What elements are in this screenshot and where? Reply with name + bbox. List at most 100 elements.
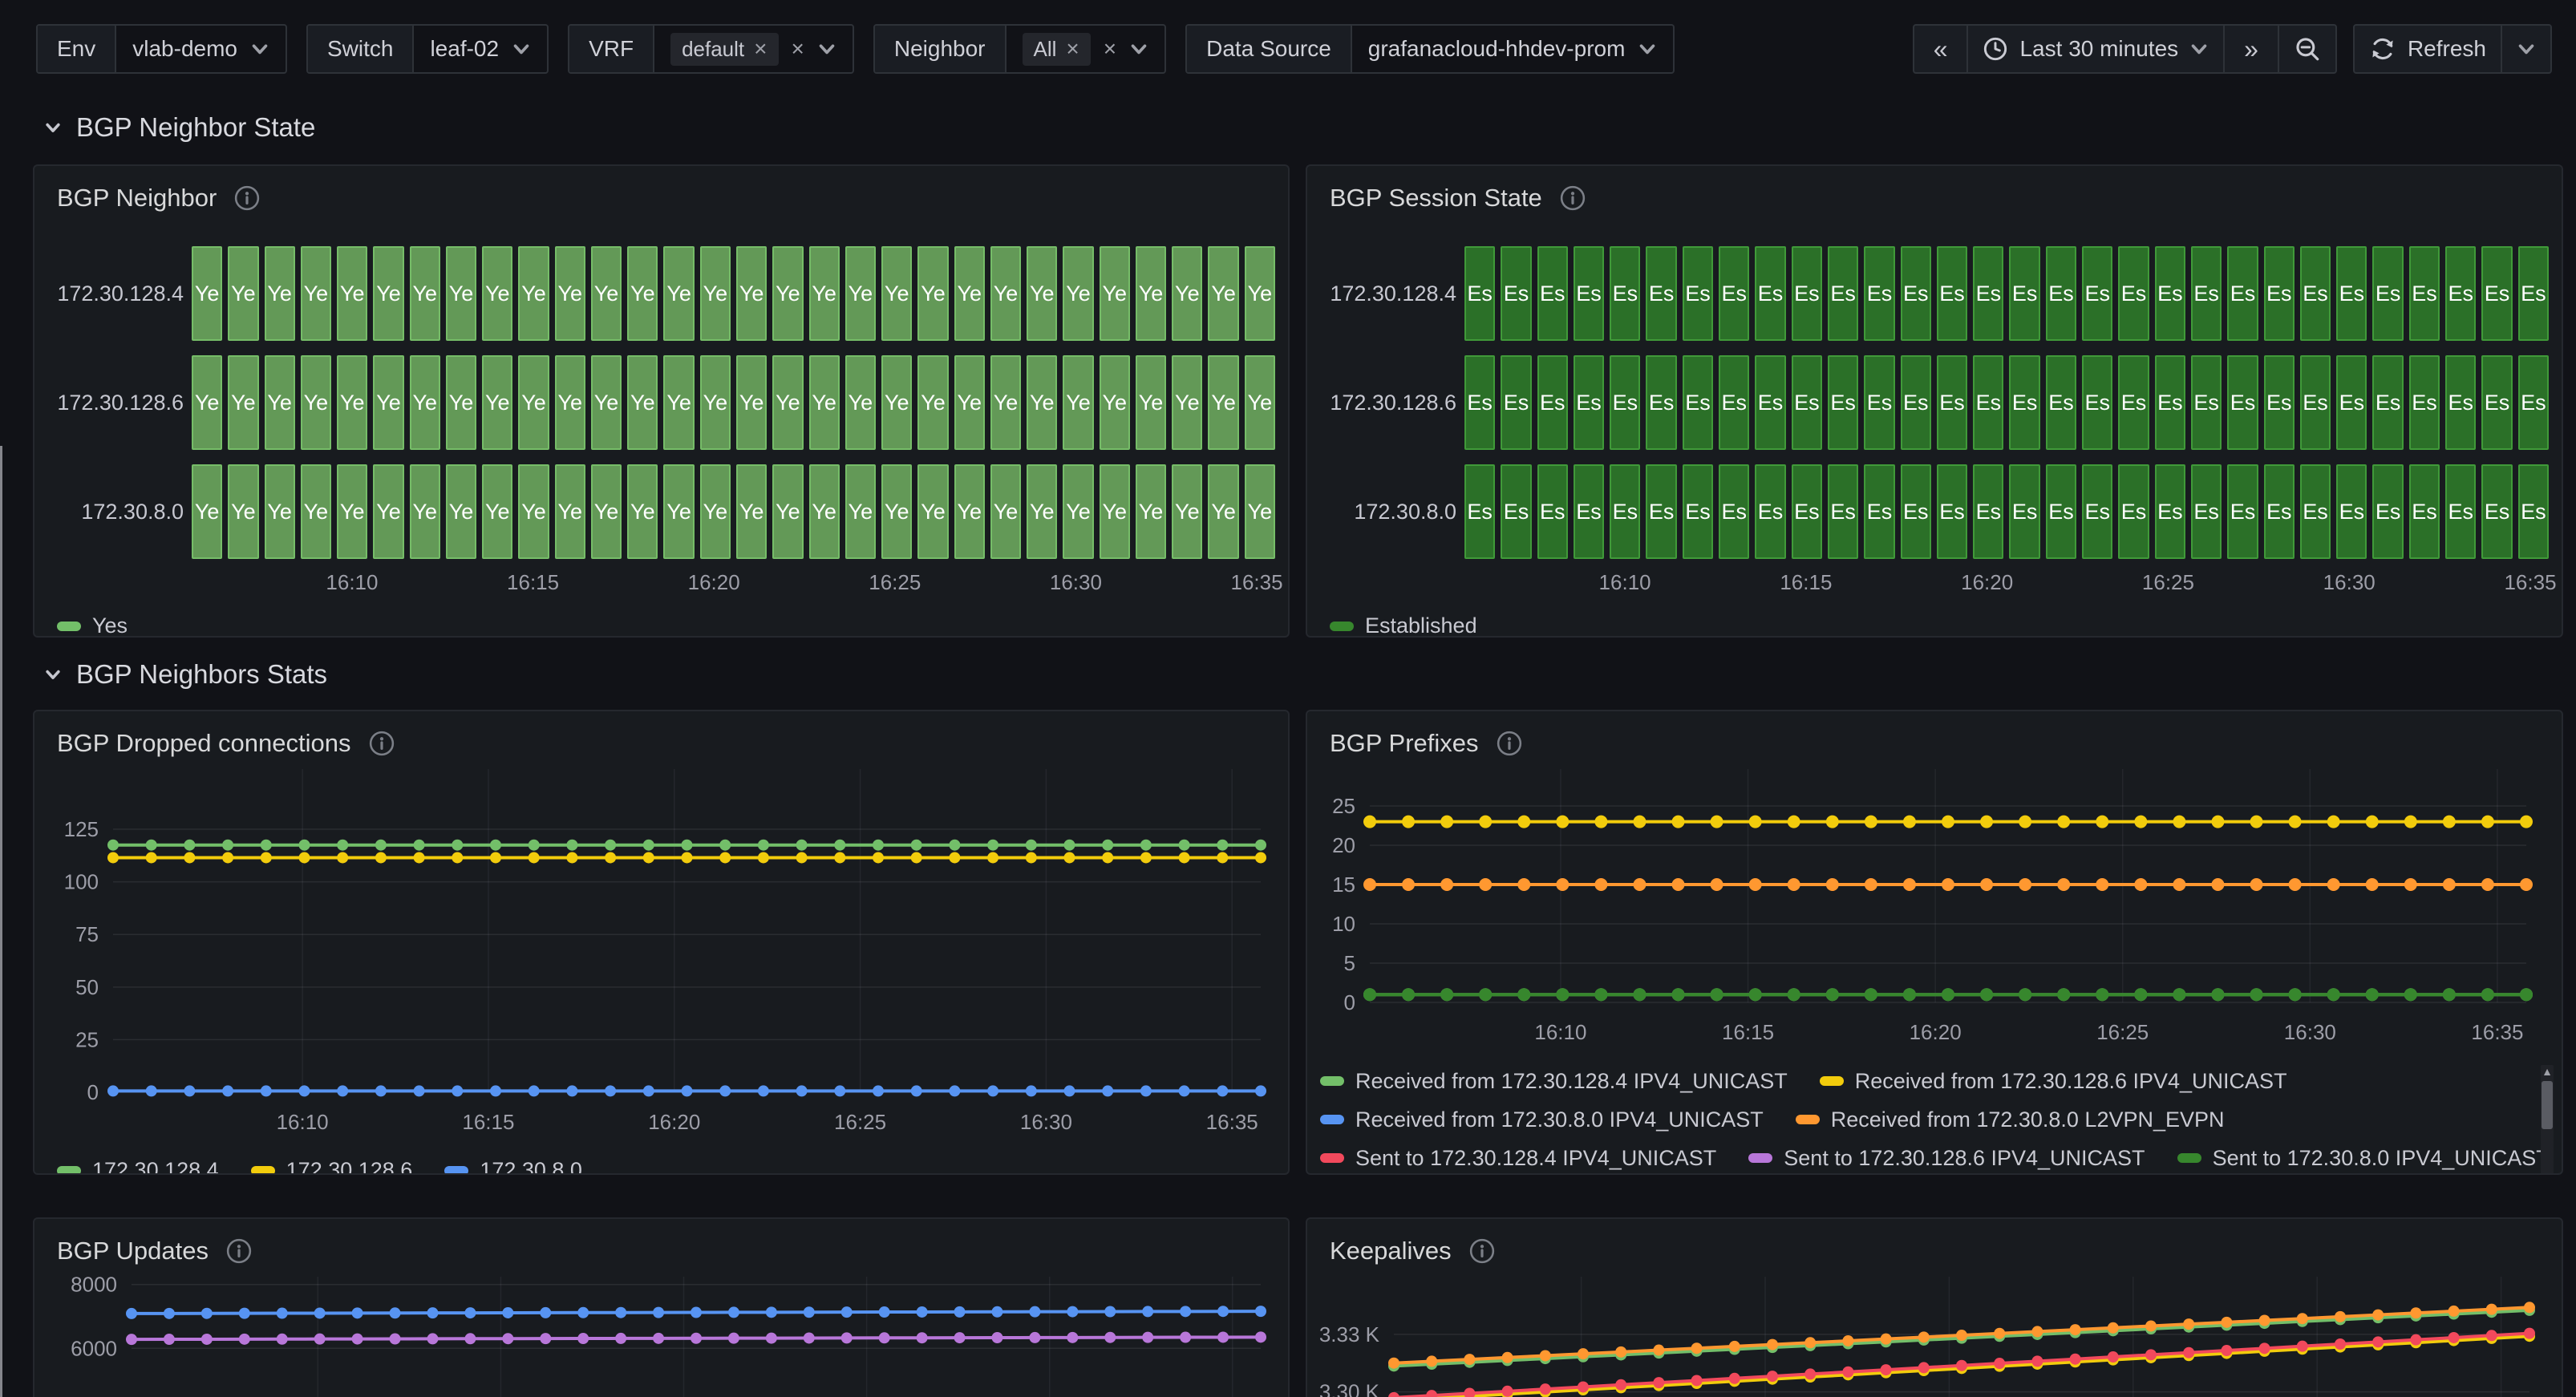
legend-item[interactable]: 172.30.128.4: [57, 1158, 219, 1175]
state-cell: Es: [1646, 464, 1676, 559]
chevron-down-icon: [2517, 39, 2536, 59]
legend-item[interactable]: Received from 172.30.128.4 IPV4_UNICAST: [1320, 1069, 1788, 1094]
legend-item[interactable]: Established: [1330, 613, 1477, 638]
info-icon[interactable]: [369, 731, 395, 756]
series-point: [1217, 1306, 1229, 1317]
panel-title[interactable]: BGP Neighbor: [57, 184, 217, 213]
scroll-down-icon[interactable]: ▼: [2541, 1172, 2554, 1175]
state-cell: Ye: [1172, 246, 1202, 341]
panel-title[interactable]: BGP Prefixes: [1330, 729, 1479, 758]
info-icon[interactable]: [226, 1238, 252, 1264]
series-point: [2145, 1320, 2157, 1331]
scrollbar-thumb[interactable]: [2542, 1081, 2553, 1129]
series-point: [464, 1333, 476, 1344]
filter-env[interactable]: Envvlab-demo: [36, 24, 287, 74]
state-cell: Es: [2227, 355, 2258, 450]
series-point: [1865, 816, 1877, 828]
series-point: [261, 840, 272, 851]
legend-item[interactable]: Sent to 172.30.128.6 IPV4_UNICAST: [1748, 1146, 2145, 1171]
state-cell: Es: [1464, 355, 1495, 450]
panel-body: 3.33 K3.30 K: [1307, 1277, 2562, 1397]
state-cell: Es: [2300, 464, 2331, 559]
series-point: [758, 1085, 769, 1096]
legend-item[interactable]: Received from 172.30.8.0 IPV4_UNICAST: [1320, 1107, 1764, 1132]
legend-item[interactable]: Yes: [57, 613, 128, 638]
panel-title[interactable]: Keepalives: [1330, 1237, 1452, 1265]
legend-label: Yes: [92, 613, 128, 638]
remove-chip-icon[interactable]: ×: [754, 38, 767, 60]
legend-scrollbar[interactable]: ▲▼: [2541, 1065, 2554, 1175]
y-axis-tick-label: 8000: [71, 1277, 117, 1297]
series-point: [1217, 1331, 1229, 1342]
legend-item[interactable]: Sent to 172.30.128.4 IPV4_UNICAST: [1320, 1146, 1716, 1171]
state-cell: Ye: [337, 355, 367, 450]
filter-datasource[interactable]: Data Sourcegrafanacloud-hhdev-prom: [1185, 24, 1675, 74]
legend-label: Received from 172.30.8.0 L2VPN_EVPN: [1831, 1107, 2225, 1132]
filter-value[interactable]: default××: [654, 26, 853, 72]
info-icon[interactable]: [1497, 731, 1522, 756]
panel-header: BGP Session State: [1307, 172, 2562, 224]
time-shift-back-button[interactable]: «: [1914, 26, 1969, 72]
info-icon[interactable]: [234, 185, 260, 211]
series-point: [804, 1306, 815, 1318]
filter-neighbor[interactable]: NeighborAll××: [873, 24, 1166, 74]
series-point: [1067, 1306, 1078, 1318]
filter-value[interactable]: All××: [1007, 26, 1165, 72]
series-point: [1067, 1332, 1078, 1343]
panel-title[interactable]: BGP Session State: [1330, 184, 1542, 213]
series-point: [2019, 816, 2031, 828]
filter-value[interactable]: leaf-02: [414, 26, 547, 72]
series-point: [605, 852, 616, 863]
refresh-interval-dropdown[interactable]: [2502, 26, 2550, 72]
series-point: [2259, 1315, 2270, 1326]
legend-item[interactable]: 172.30.8.0: [444, 1158, 582, 1175]
state-cell: Ye: [591, 246, 622, 341]
legend-item[interactable]: Received from 172.30.128.6 IPV4_UNICAST: [1820, 1069, 2287, 1094]
legend-item[interactable]: 172.30.128.6: [251, 1158, 413, 1175]
legend-item[interactable]: Received from 172.30.8.0 L2VPN_EVPN: [1796, 1107, 2225, 1132]
legend-label: 172.30.128.6: [286, 1158, 413, 1175]
series-point: [1980, 878, 1993, 891]
info-icon[interactable]: [1469, 1238, 1495, 1264]
series-point: [879, 1306, 890, 1318]
legend-item[interactable]: Sent to 172.30.8.0 IPV4_UNICAST: [2177, 1146, 2549, 1171]
series-point: [1556, 878, 1569, 891]
series-point: [2019, 988, 2031, 1001]
series-point: [1672, 816, 1685, 828]
state-cell: Es: [1973, 464, 2003, 559]
filter-chip[interactable]: All×: [1023, 33, 1091, 66]
filter-value[interactable]: vlab-demo: [116, 26, 286, 72]
state-cell: Ye: [301, 246, 331, 341]
section-bgp-neighbors-stats[interactable]: BGP Neighbors Stats: [44, 659, 327, 690]
info-icon[interactable]: [1560, 185, 1586, 211]
series-point: [337, 1085, 348, 1096]
panel-title[interactable]: BGP Dropped connections: [57, 729, 351, 758]
series-point: [1388, 1358, 1399, 1369]
series-point: [1502, 1352, 1513, 1363]
time-range-picker[interactable]: Last 30 minutes: [1968, 26, 2225, 72]
zoom-out-button[interactable]: [2279, 26, 2335, 72]
scroll-up-icon[interactable]: ▲: [2541, 1065, 2554, 1078]
time-shift-forward-button[interactable]: »: [2225, 26, 2279, 72]
series-point: [987, 840, 998, 851]
state-cell: Ye: [373, 246, 403, 341]
filter-switch[interactable]: Switchleaf-02: [306, 24, 549, 74]
filter-vrf[interactable]: VRFdefault××: [568, 24, 854, 74]
series-point: [615, 1333, 626, 1344]
state-cell: Ye: [1027, 355, 1057, 450]
clear-filter-icon[interactable]: ×: [1104, 38, 1116, 60]
series-point: [1102, 852, 1113, 863]
remove-chip-icon[interactable]: ×: [1066, 38, 1079, 60]
refresh-button[interactable]: Refresh: [2355, 26, 2502, 72]
series-point: [2259, 1342, 2270, 1354]
series-point: [427, 1333, 438, 1344]
filter-chip[interactable]: default×: [670, 33, 778, 66]
state-cell: Ye: [555, 246, 585, 341]
series-point: [126, 1334, 137, 1345]
section-bgp-neighbor-state[interactable]: BGP Neighbor State: [44, 112, 315, 143]
filter-value[interactable]: grafanacloud-hhdev-prom: [1352, 26, 1674, 72]
state-cell: Ye: [627, 464, 658, 559]
panel-keepalives: Keepalives 3.33 K3.30 K: [1306, 1217, 2563, 1397]
clear-filter-icon[interactable]: ×: [792, 38, 804, 60]
panel-title[interactable]: BGP Updates: [57, 1237, 209, 1265]
